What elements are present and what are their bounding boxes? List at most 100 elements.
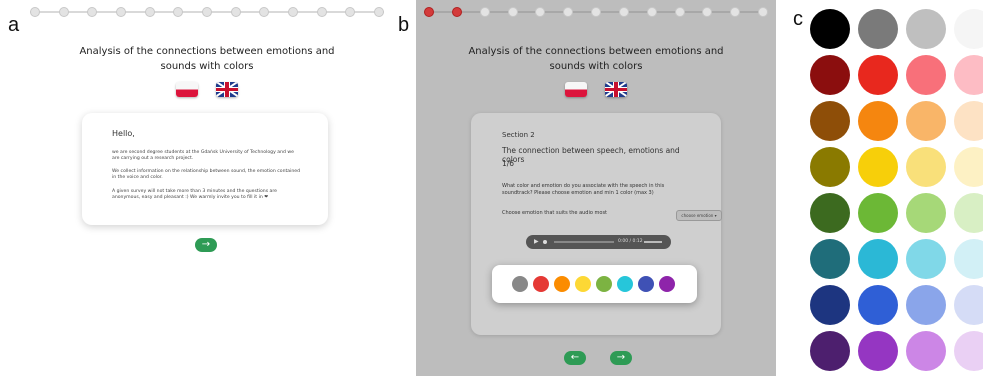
progress-bar	[30, 7, 384, 17]
progress-step-dot	[758, 7, 768, 17]
palette-color-swatch[interactable]	[596, 276, 612, 292]
color-swatch[interactable]	[906, 285, 946, 325]
progress-step-dot	[87, 7, 97, 17]
volume-slider[interactable]	[644, 241, 662, 243]
progress-step-dot	[30, 7, 40, 17]
palette-color-swatch[interactable]	[617, 276, 633, 292]
color-swatch[interactable]	[906, 101, 946, 141]
progress-step-dot	[424, 7, 434, 17]
polish-flag-icon[interactable]	[565, 82, 587, 97]
section-label: Section 2	[502, 131, 535, 139]
color-swatch[interactable]	[858, 193, 898, 233]
question-counter: 1/6	[502, 159, 515, 168]
intro-paragraph-2: We collect information on the relationsh…	[112, 169, 301, 180]
color-swatch[interactable]	[954, 55, 983, 95]
progress-step-dot	[730, 7, 740, 17]
progress-step-dot	[59, 7, 69, 17]
color-swatch[interactable]	[810, 193, 850, 233]
progress-step-dot	[480, 7, 490, 17]
page-title: Analysis of the connections between emot…	[416, 44, 776, 74]
record-dot-icon	[543, 240, 547, 244]
color-swatch[interactable]	[858, 239, 898, 279]
progress-step-dot	[619, 7, 629, 17]
color-swatch[interactable]	[810, 9, 850, 49]
emotion-select-label: Choose emotion that suits the audio most	[502, 210, 608, 216]
progress-step-dot	[563, 7, 573, 17]
color-swatch[interactable]	[906, 9, 946, 49]
page-title: Analysis of the connections between emot…	[22, 44, 392, 74]
color-swatch[interactable]	[810, 55, 850, 95]
color-swatch[interactable]	[954, 193, 983, 233]
color-swatch[interactable]	[858, 101, 898, 141]
title-line-2: sounds with colors	[160, 61, 254, 72]
progress-step-dot	[231, 7, 241, 17]
progress-step-dot	[345, 7, 355, 17]
color-swatch[interactable]	[810, 147, 850, 187]
color-swatch[interactable]	[858, 331, 898, 371]
previous-button[interactable]: ←	[564, 351, 586, 365]
language-selector	[22, 82, 392, 97]
color-swatch[interactable]	[858, 285, 898, 325]
question-text: What color and emotion do you associate …	[502, 183, 665, 196]
audio-seek-bar[interactable]	[554, 241, 614, 243]
palette-color-swatch[interactable]	[659, 276, 675, 292]
audio-time: 0:00 / 0:12	[618, 239, 643, 244]
play-icon[interactable]: ▶	[534, 238, 539, 245]
progress-step-dot	[145, 7, 155, 17]
progress-step-dot	[317, 7, 327, 17]
uk-flag-icon[interactable]	[605, 82, 627, 97]
color-swatch[interactable]	[810, 101, 850, 141]
language-selector	[416, 82, 776, 97]
progress-step-dot	[535, 7, 545, 17]
color-swatch[interactable]	[954, 147, 983, 187]
progress-bar	[424, 7, 768, 17]
progress-step-dot	[259, 7, 269, 17]
color-swatch[interactable]	[954, 285, 983, 325]
intro-paragraph-1: we are second degree students at the Gda…	[112, 150, 294, 161]
next-button[interactable]: →	[195, 238, 217, 252]
progress-step-dot	[288, 7, 298, 17]
palette-color-swatch[interactable]	[533, 276, 549, 292]
color-swatch[interactable]	[954, 101, 983, 141]
panel-label-a: a	[8, 14, 20, 36]
color-swatch[interactable]	[906, 55, 946, 95]
color-swatch[interactable]	[810, 285, 850, 325]
progress-step-dot	[647, 7, 657, 17]
color-swatch[interactable]	[906, 331, 946, 371]
color-swatch[interactable]	[810, 239, 850, 279]
uk-flag-icon[interactable]	[216, 82, 238, 97]
title-line-1: Analysis of the connections between emot…	[468, 46, 724, 57]
color-swatch[interactable]	[858, 9, 898, 49]
progress-step-dot	[452, 7, 462, 17]
palette-color-swatch[interactable]	[638, 276, 654, 292]
palette-color-swatch[interactable]	[512, 276, 528, 292]
color-swatch[interactable]	[954, 239, 983, 279]
color-swatch[interactable]	[954, 331, 983, 371]
color-swatch[interactable]	[858, 55, 898, 95]
progress-step-dot	[675, 7, 685, 17]
color-swatch[interactable]	[906, 239, 946, 279]
intro-paragraph-3: A given survey will not take more than 3…	[112, 189, 277, 200]
next-button[interactable]: →	[610, 351, 632, 365]
palette-color-swatch[interactable]	[575, 276, 591, 292]
emotion-select[interactable]: choose emotion ▾	[676, 210, 722, 221]
progress-step-dot	[374, 7, 384, 17]
panel-b-question-screen: Analysis of the connections between emot…	[416, 0, 776, 376]
palette-color-swatch[interactable]	[554, 276, 570, 292]
color-swatch[interactable]	[954, 9, 983, 49]
progress-step-dot	[173, 7, 183, 17]
panel-a-welcome-screen: Analysis of the connections between emot…	[22, 0, 392, 376]
title-line-1: Analysis of the connections between emot…	[79, 46, 335, 57]
color-swatch[interactable]	[858, 147, 898, 187]
greeting: Hello,	[112, 129, 135, 138]
color-swatch[interactable]	[810, 331, 850, 371]
progress-step-dot	[202, 7, 212, 17]
progress-step-dot	[508, 7, 518, 17]
panel-label-b: b	[398, 14, 410, 36]
color-swatch[interactable]	[906, 147, 946, 187]
intro-card: Hello, we are second degree students at …	[82, 113, 328, 225]
title-line-2: sounds with colors	[549, 61, 643, 72]
progress-step-dot	[591, 7, 601, 17]
polish-flag-icon[interactable]	[176, 82, 198, 97]
color-swatch[interactable]	[906, 193, 946, 233]
